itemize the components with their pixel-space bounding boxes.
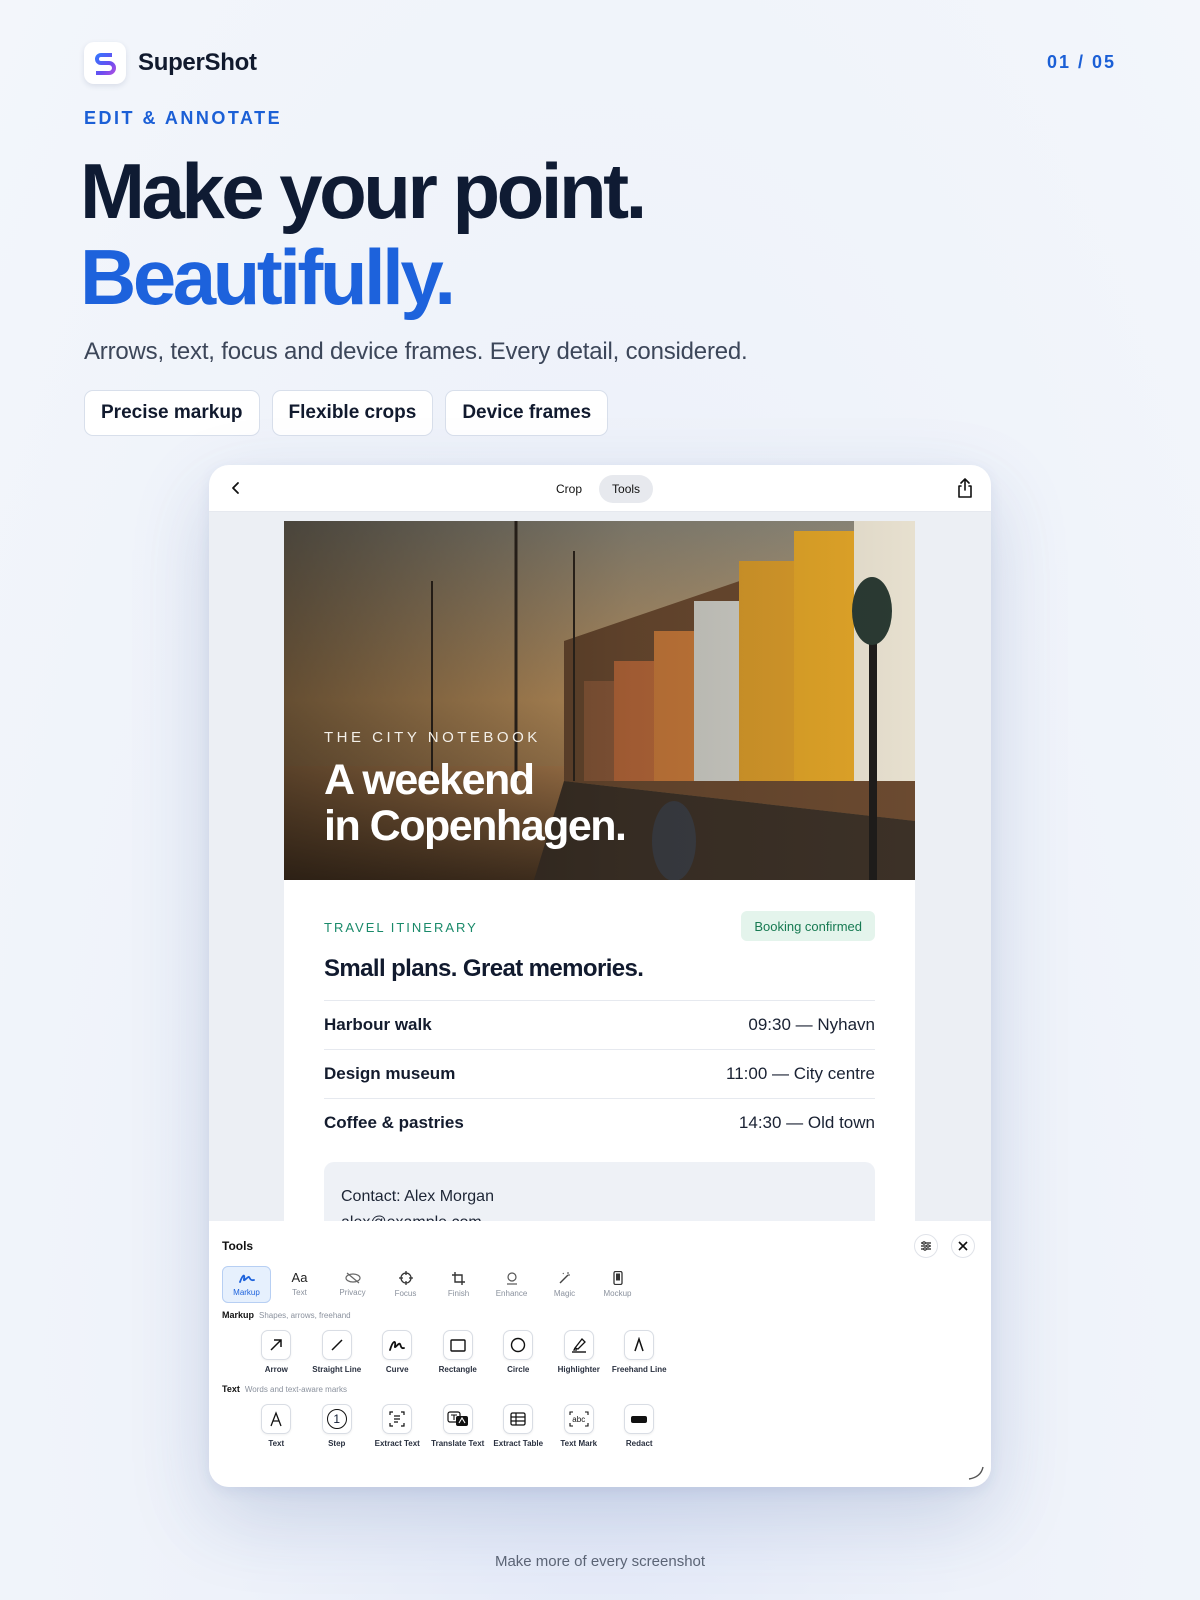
text-aa-icon: Aa [291,1270,308,1285]
segment-crop[interactable]: Crop [543,475,595,503]
segment-tools[interactable]: Tools [599,475,654,503]
status-badge: Booking confirmed [741,911,875,941]
itinerary-title: Small plans. Great memories. [324,955,644,982]
share-icon [958,478,972,498]
close-button[interactable] [951,1234,975,1258]
resize-handle-icon[interactable] [967,1463,985,1481]
chip-flexible-crops: Flexible crops [271,390,434,436]
category-enhance[interactable]: Enhance [487,1266,536,1303]
feature-chips: Precise markup Flexible crops Device fra… [84,390,609,436]
phone-icon [612,1271,623,1285]
footer-tagline: Make more of every screenshot [494,1553,706,1570]
text-section-header: Text Words and text-aware marks [222,1384,347,1394]
highlighter-icon [571,1338,586,1353]
app-logo [84,42,126,84]
headline: Make your point. Beautifully. [80,147,647,321]
headline-line-1: Make your point. [80,147,647,235]
markup-section-header: Markup Shapes, arrows, freehand [222,1310,351,1320]
line-icon [331,1339,343,1351]
share-button[interactable] [951,474,979,502]
privacy-icon [344,1272,361,1284]
text-tools: Text 1 Step Extract Text Translate Text … [246,1404,670,1448]
brand-name: SuperShot [138,49,257,76]
itinerary-label: TRAVEL ITINERARY [324,920,478,935]
tool-extract-text[interactable]: Extract Text [367,1404,428,1448]
tool-curve[interactable]: Curve [367,1330,428,1374]
tool-circle[interactable]: Circle [488,1330,549,1374]
tool-arrow[interactable]: Arrow [246,1330,307,1374]
hero-title: A weekend in Copenhagen. [324,756,627,850]
itinerary-list: Harbour walk 09:30 — Nyhavn Design museu… [324,1000,875,1147]
hero-eyebrow: THE CITY NOTEBOOK [324,729,541,746]
circle-icon [511,1337,526,1353]
tool-extract-table[interactable]: Extract Table [488,1404,549,1448]
sliders-icon [921,1241,931,1251]
editor-window: Crop Tools THE CITY NOTEBOOK A weekend i… [209,465,991,1487]
arrow-icon [270,1339,282,1351]
text-icon [270,1411,282,1427]
category-finish[interactable]: Finish [434,1266,483,1303]
tool-rectangle[interactable]: Rectangle [428,1330,489,1374]
category-text[interactable]: Aa Text [275,1266,324,1303]
tool-step[interactable]: 1 Step [307,1404,368,1448]
extract-text-icon [389,1411,405,1427]
page-indicator: 01 / 05 [1046,52,1116,72]
curve-icon [389,1341,406,1351]
list-item: Harbour walk 09:30 — Nyhavn [324,1000,875,1049]
tool-categories: Markup Aa Text Privacy Focus Finish Enha… [222,1266,642,1303]
hero-photo: THE CITY NOTEBOOK A weekend in Copenhage… [284,521,915,880]
chip-precise-markup: Precise markup [84,390,260,436]
chevron-left-icon [232,482,239,494]
tool-freehand-line[interactable]: Freehand Line [609,1330,670,1374]
list-item: Coffee & pastries 14:30 — Old town [324,1098,875,1147]
close-icon [958,1241,968,1251]
category-privacy[interactable]: Privacy [328,1266,377,1303]
table-icon [510,1412,526,1426]
tool-translate-text[interactable]: Translate Text [428,1404,489,1448]
editor-toolbar: Crop Tools [209,465,991,512]
enhance-icon [506,1271,517,1285]
tools-panel: Tools Markup Aa Text Privacy Focus Finis… [209,1221,991,1487]
translate-icon [447,1411,468,1426]
category-focus[interactable]: Focus [381,1266,430,1303]
tool-redact[interactable]: Redact [609,1404,670,1448]
tool-text-mark[interactable]: abc Text Mark [549,1404,610,1448]
contact-name: Contact: Alex Morgan [341,1188,494,1205]
category-markup[interactable]: Markup [222,1266,271,1303]
step-icon: 1 [326,1409,347,1429]
section-eyebrow: EDIT & ANNOTATE [84,108,283,128]
tools-panel-title: Tools [222,1239,254,1253]
markup-icon [238,1274,255,1283]
focus-icon [398,1271,413,1285]
back-button[interactable] [221,473,251,503]
freehand-icon [634,1337,644,1352]
category-magic[interactable]: Magic [540,1266,589,1303]
brand: SuperShot [84,42,257,84]
mode-segmented-control: Crop Tools [541,473,656,505]
magic-icon [559,1271,570,1283]
rectangle-icon [450,1338,466,1352]
headline-line-2: Beautifully. [80,233,456,321]
redact-icon [631,1415,648,1423]
category-mockup[interactable]: Mockup [593,1266,642,1303]
crop-icon [452,1271,465,1285]
markup-tools: Arrow Straight Line Curve Rectangle Circ… [246,1330,670,1374]
subtitle: Arrows, text, focus and device frames. E… [84,338,748,365]
list-item: Design museum 11:00 — City centre [324,1049,875,1098]
chip-device-frames: Device frames [445,390,609,436]
tool-text[interactable]: Text [246,1404,307,1448]
document-canvas[interactable]: THE CITY NOTEBOOK A weekend in Copenhage… [284,521,915,1231]
settings-button[interactable] [914,1234,938,1258]
tool-highlighter[interactable]: Highlighter [549,1330,610,1374]
tool-straight-line[interactable]: Straight Line [307,1330,368,1374]
